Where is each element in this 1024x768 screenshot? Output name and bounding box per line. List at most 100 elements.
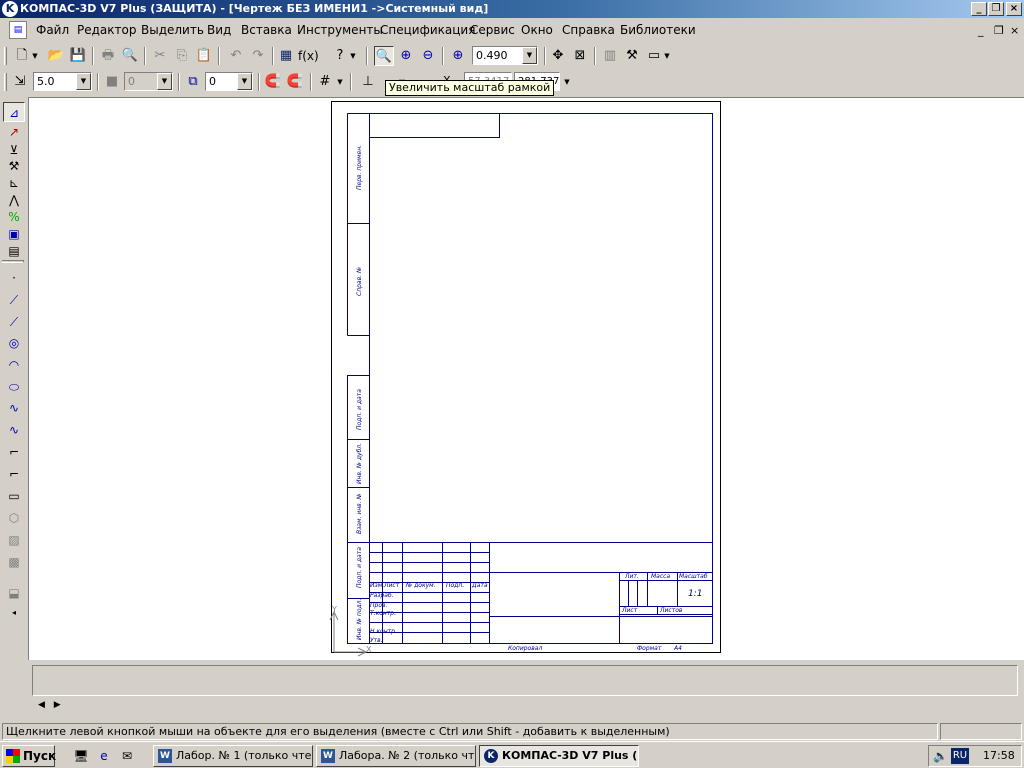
angle-step-select[interactable]: 0 ▼ [124,72,173,91]
menu-specification[interactable]: Спецификация [380,23,475,37]
fillet-icon[interactable]: ⌐ [3,464,25,484]
snap-magnet-icon[interactable]: 🧲 [263,72,283,92]
frame-lines [347,113,713,644]
fill-icon[interactable]: ▩ [3,552,25,572]
kompas-app-icon[interactable]: K [2,1,18,17]
chevron-left-icon[interactable]: ◂ [3,603,25,623]
volume-icon[interactable]: 🔈 [933,749,948,763]
stamp-sheet: Лист [621,607,638,614]
menu-select[interactable]: Выделить [141,23,204,37]
bezier-curve-icon[interactable]: ∿ [3,420,25,440]
stamp-col-header: Лист [383,582,400,589]
taskbar-item-word-2[interactable]: W Лабора. № 2 (только чт... [316,745,476,767]
zoom-in-icon[interactable]: ⊕ [396,46,416,66]
taskbar-item-word-1[interactable]: W Лабор. № 1 (только чте... [153,745,313,767]
collection-icon[interactable]: ⬓ [3,583,25,603]
hatch-icon[interactable]: ▨ [3,530,25,550]
close-button[interactable]: × [1006,2,1022,16]
segment-icon[interactable]: ⟋ [3,312,25,332]
chevron-down-icon[interactable]: ▼ [348,46,358,66]
point-icon[interactable]: · [3,268,25,288]
menu-window[interactable]: Окно [521,23,553,37]
chevron-down-icon[interactable]: ▼ [522,47,537,64]
grid-icon[interactable]: # [315,72,335,92]
minimize-button[interactable]: _ [971,2,987,16]
drawing-sheet[interactable]: Перв. примен. Справ. № Подп. и дата Инв.… [331,101,721,653]
taskbar-item-kompas[interactable]: K КОМПАС-3D V7 Plus (З... [479,745,639,767]
rectangle-icon[interactable]: ▭ [3,486,25,506]
new-document-icon[interactable]: 🗋 [12,46,32,66]
document-icon[interactable]: ▤ [9,21,27,39]
properties-icon[interactable]: ▦ [276,46,296,66]
layer-icon[interactable]: ⧉ [183,72,203,92]
word-icon: W [321,749,335,763]
standard-toolbar: 🗋 ▼ 📂 💾 🖶 🔍 ✂ ⎘ 📋 ↶ ↷ ▦ f(x) ? ▼ 🔍 ⊕ ⊖ ⊕… [0,44,1024,68]
chevron-down-icon[interactable]: ▼ [157,73,172,90]
undo-icon[interactable]: ↶ [226,46,246,66]
zoom-scale-select[interactable]: 0.490 ▼ [472,46,538,65]
zoom-scale-icon[interactable]: ⊕ [448,46,468,66]
save-icon[interactable]: 💾 [68,46,88,66]
svg-text:Y: Y [331,605,337,614]
show-all-icon[interactable]: ⊠ [570,46,590,66]
menu-tools[interactable]: Инструменты [297,23,383,37]
dimensions-panel-icon[interactable]: ↗ [3,122,25,142]
cursor-step-icon[interactable]: ⇲ [10,72,30,92]
doc-restore-button[interactable]: ❐ [994,24,1004,37]
menu-service[interactable]: Сервис [470,23,515,37]
zoom-window-icon[interactable]: 🔍 [374,46,394,66]
local-cs-icon[interactable]: ⊥ [358,72,378,92]
copy-icon[interactable]: ⎘ [172,46,192,66]
word-icon: W [158,749,172,763]
cursor-step-select[interactable]: 5.0 ▼ [33,72,92,91]
open-icon[interactable]: 📂 [46,46,66,66]
library-manager-icon[interactable]: ⚒ [622,46,642,66]
polygon-icon[interactable]: ⬡ [3,508,25,528]
chamfer-icon[interactable]: ⌐ [3,442,25,462]
print-icon[interactable]: 🖶 [98,46,118,66]
layer-select[interactable]: 0 ▼ [205,72,253,91]
redo-icon[interactable]: ↷ [248,46,268,66]
next-arrow-icon[interactable]: ▶ [54,700,61,710]
zoom-out-icon[interactable]: ⊖ [418,46,438,66]
chevron-down-icon[interactable]: ▼ [562,72,572,92]
spec-panel-icon[interactable]: ▤ [3,241,25,261]
prev-arrow-icon[interactable]: ◀ [38,700,45,710]
restore-button[interactable]: ❐ [988,2,1004,16]
geometry-panel-icon[interactable]: ⊿ [3,102,25,122]
internet-explorer-icon[interactable]: e [95,747,113,765]
local-snap-icon[interactable]: 🧲 [285,72,305,92]
pan-icon[interactable]: ✥ [548,46,568,66]
doc-minimize-button[interactable]: _ [978,24,984,37]
cut-icon[interactable]: ✂ [150,46,170,66]
clock[interactable]: 17:58 [983,749,1015,762]
menu-view[interactable]: Вид [207,23,231,37]
chevron-down-icon[interactable]: ▼ [30,46,40,66]
outlook-icon[interactable]: ✉ [118,747,136,765]
chevron-down-icon[interactable]: ▼ [76,73,91,90]
managers-icon[interactable]: ▥ [600,46,620,66]
chevron-down-icon[interactable]: ▼ [662,46,672,66]
angle-step-icon[interactable]: ■ [102,72,122,92]
paste-icon[interactable]: 📋 [194,46,214,66]
language-indicator[interactable]: RU [951,748,969,764]
menu-libraries[interactable]: Библиотеки [620,23,696,37]
menu-edit[interactable]: Редактор [77,23,136,37]
print-preview-icon[interactable]: 🔍 [120,46,140,66]
chevron-down-icon[interactable]: ▼ [237,73,252,90]
doc-close-button[interactable]: × [1010,24,1019,37]
display-mode-icon[interactable]: ▭ [644,46,664,66]
menu-help[interactable]: Справка [562,23,615,37]
ellipse-icon[interactable]: ⬭ [3,377,25,397]
auxiliary-line-icon[interactable]: ⟋ [3,290,25,310]
circle-icon[interactable]: ◎ [3,333,25,353]
menu-file[interactable]: Файл [36,23,69,37]
arc-icon[interactable]: ◠ [3,355,25,375]
chevron-down-icon[interactable]: ▼ [335,72,345,92]
start-button[interactable]: Пуск [2,745,56,767]
show-desktop-icon[interactable]: 🖥 [72,747,90,765]
nurbs-curve-icon[interactable]: ∿ [3,398,25,418]
help-cursor-icon[interactable]: ? [330,46,350,66]
variables-fx-icon[interactable]: f(x) [298,46,319,66]
menu-insert[interactable]: Вставка [241,23,292,37]
